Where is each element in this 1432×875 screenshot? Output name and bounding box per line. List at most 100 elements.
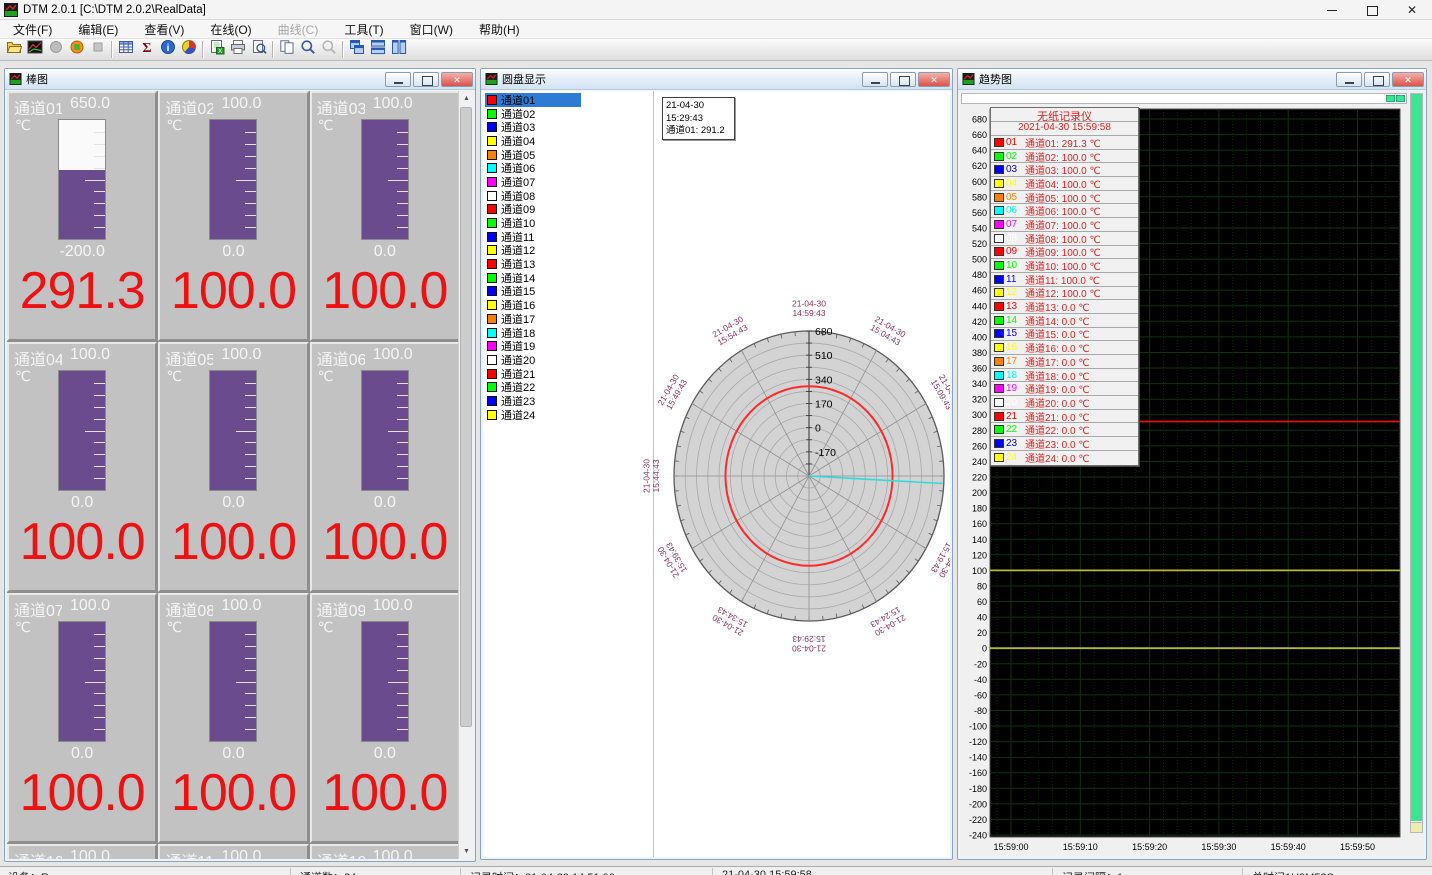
horizontal-scrollbar[interactable] bbox=[961, 93, 1407, 104]
disc-window-titlebar[interactable]: 圆盘显示 bbox=[481, 69, 952, 90]
minimize-button[interactable] bbox=[1336, 72, 1362, 87]
menu-edit[interactable]: 编辑(E) bbox=[65, 21, 131, 38]
print-button[interactable] bbox=[227, 40, 248, 60]
export-excel-button[interactable]: X bbox=[206, 40, 227, 60]
tick-mark bbox=[245, 729, 256, 730]
scroll-up-icon[interactable]: ▲ bbox=[459, 91, 473, 106]
channel-color-swatch bbox=[487, 95, 497, 105]
range-max: 100.0 bbox=[373, 848, 413, 859]
close-button[interactable] bbox=[918, 72, 950, 87]
stop-button[interactable] bbox=[66, 40, 87, 60]
open-folder-button[interactable] bbox=[3, 40, 24, 60]
minimize-button[interactable] bbox=[862, 72, 888, 87]
menu-help[interactable]: 帮助(H) bbox=[466, 21, 533, 38]
tick-mark bbox=[85, 180, 105, 181]
svg-text:-20: -20 bbox=[974, 659, 987, 669]
cascade-windows-button[interactable] bbox=[346, 40, 367, 60]
close-button[interactable] bbox=[1392, 72, 1424, 87]
channel-list: 通道01通道02通道03通道04通道05通道06通道07通道08通道09通道10… bbox=[485, 93, 581, 422]
menu-tools[interactable]: 工具(T) bbox=[331, 21, 396, 38]
close-button[interactable] bbox=[441, 72, 473, 87]
gauge-bar bbox=[209, 119, 257, 240]
status-divider bbox=[1242, 868, 1243, 875]
menu-window[interactable]: 窗口(W) bbox=[397, 21, 466, 38]
gauge-panel: 通道07100.0℃0.0100.0 bbox=[7, 593, 157, 843]
gauge-bar bbox=[361, 370, 409, 491]
channel-number: 09 bbox=[1006, 246, 1025, 257]
channel-value: 100.0 bbox=[9, 763, 155, 823]
vertical-scrollbar[interactable] bbox=[1410, 93, 1423, 833]
zoom-disabled-button bbox=[318, 40, 339, 60]
window-icon bbox=[9, 73, 22, 85]
channel-color-swatch bbox=[994, 288, 1004, 297]
scroll-down-icon[interactable]: ▼ bbox=[459, 844, 473, 859]
scrollbar-thumb[interactable] bbox=[460, 107, 472, 727]
channel-color-swatch bbox=[994, 179, 1004, 188]
channel-color-swatch bbox=[487, 341, 497, 351]
minimize-button[interactable] bbox=[1326, 4, 1338, 16]
bar-window-titlebar[interactable]: 棒图 bbox=[5, 69, 475, 90]
channel-reading: 通道24: 0.0 ℃ bbox=[1025, 450, 1090, 465]
range-min: 0.0 bbox=[9, 745, 155, 763]
copy-button[interactable] bbox=[276, 40, 297, 60]
print-preview-button[interactable] bbox=[248, 40, 269, 60]
pie-chart-button[interactable] bbox=[178, 40, 199, 60]
tile-vertical-button[interactable] bbox=[388, 40, 409, 60]
channel-number: 19 bbox=[1006, 383, 1025, 394]
trend-window-titlebar[interactable]: 趋势图 bbox=[958, 69, 1426, 90]
disc-display-window: 圆盘显示 通道01通道02通道03通道04通道05通道06通道07通道08通道0… bbox=[480, 68, 953, 860]
vertical-scrollbar[interactable]: ▲ ▼ bbox=[458, 91, 473, 859]
tooltip-line: 21-04-30 bbox=[666, 100, 731, 113]
trend-window-title: 趋势图 bbox=[979, 71, 1012, 87]
channel-color-swatch bbox=[487, 177, 497, 187]
trend-chart-window: 趋势图 680660640620600580560540520500480460… bbox=[957, 68, 1427, 860]
gauge-header: 通道06100.0 bbox=[317, 346, 454, 370]
gauge-panel: 通道03100.0℃0.0100.0 bbox=[310, 91, 460, 341]
channel-list-item[interactable]: 通道24 bbox=[485, 408, 581, 422]
channel-color-swatch bbox=[487, 382, 497, 392]
minimize-button[interactable] bbox=[385, 72, 411, 87]
channel-value: 291.3 bbox=[9, 261, 155, 321]
channel-name: 通道01 bbox=[14, 95, 62, 119]
range-min: 0.0 bbox=[312, 745, 458, 763]
svg-text:400: 400 bbox=[972, 332, 987, 342]
maximize-button[interactable] bbox=[1364, 72, 1390, 87]
pause-disabled-button bbox=[87, 40, 108, 60]
zoom-button[interactable] bbox=[297, 40, 318, 60]
channel-color-swatch bbox=[487, 369, 497, 379]
tick-mark bbox=[397, 646, 408, 647]
trend-chart-button[interactable] bbox=[24, 40, 45, 60]
info-button[interactable]: i bbox=[157, 40, 178, 60]
tick-mark bbox=[397, 132, 408, 133]
scrollbar-thumb[interactable] bbox=[1411, 94, 1422, 821]
maximize-button[interactable] bbox=[890, 72, 916, 87]
sigma-button[interactable]: Σ bbox=[136, 40, 157, 60]
gauge-header: 通道09100.0 bbox=[317, 597, 454, 621]
scroll-block[interactable] bbox=[1386, 95, 1395, 102]
channel-number: 08 bbox=[1006, 233, 1025, 244]
scroll-block[interactable] bbox=[1396, 95, 1405, 102]
channel-value: 100.0 bbox=[160, 261, 306, 321]
tick-mark bbox=[94, 419, 105, 420]
status-segment: 总时间1H8M58S bbox=[1252, 869, 1334, 875]
range-min: 0.0 bbox=[160, 243, 306, 261]
cascade-windows-icon bbox=[349, 39, 365, 60]
channel-number: 16 bbox=[1006, 342, 1025, 353]
svg-text:21-04-3015:09:43: 21-04-3015:09:43 bbox=[929, 373, 950, 412]
menu-view[interactable]: 查看(V) bbox=[131, 21, 197, 38]
channel-name: 通道11 bbox=[165, 848, 213, 859]
data-table-button[interactable] bbox=[115, 40, 136, 60]
maximize-button[interactable] bbox=[413, 72, 439, 87]
tile-horizontal-button[interactable] bbox=[367, 40, 388, 60]
svg-text:-140: -140 bbox=[969, 753, 987, 763]
close-button[interactable]: ✕ bbox=[1406, 4, 1418, 16]
app-titlebar: DTM 2.0.1 [C:\DTM 2.0.2\RealData] ✕ bbox=[0, 0, 1432, 20]
svg-text:340: 340 bbox=[972, 379, 987, 389]
channel-color-swatch bbox=[994, 138, 1004, 147]
menu-online[interactable]: 在线(O) bbox=[197, 21, 264, 38]
channel-number: 20 bbox=[1006, 397, 1025, 408]
menu-file[interactable]: 文件(F) bbox=[0, 21, 65, 38]
tick-mark bbox=[397, 693, 408, 694]
maximize-button[interactable] bbox=[1366, 4, 1378, 16]
range-max: 100.0 bbox=[221, 848, 261, 859]
